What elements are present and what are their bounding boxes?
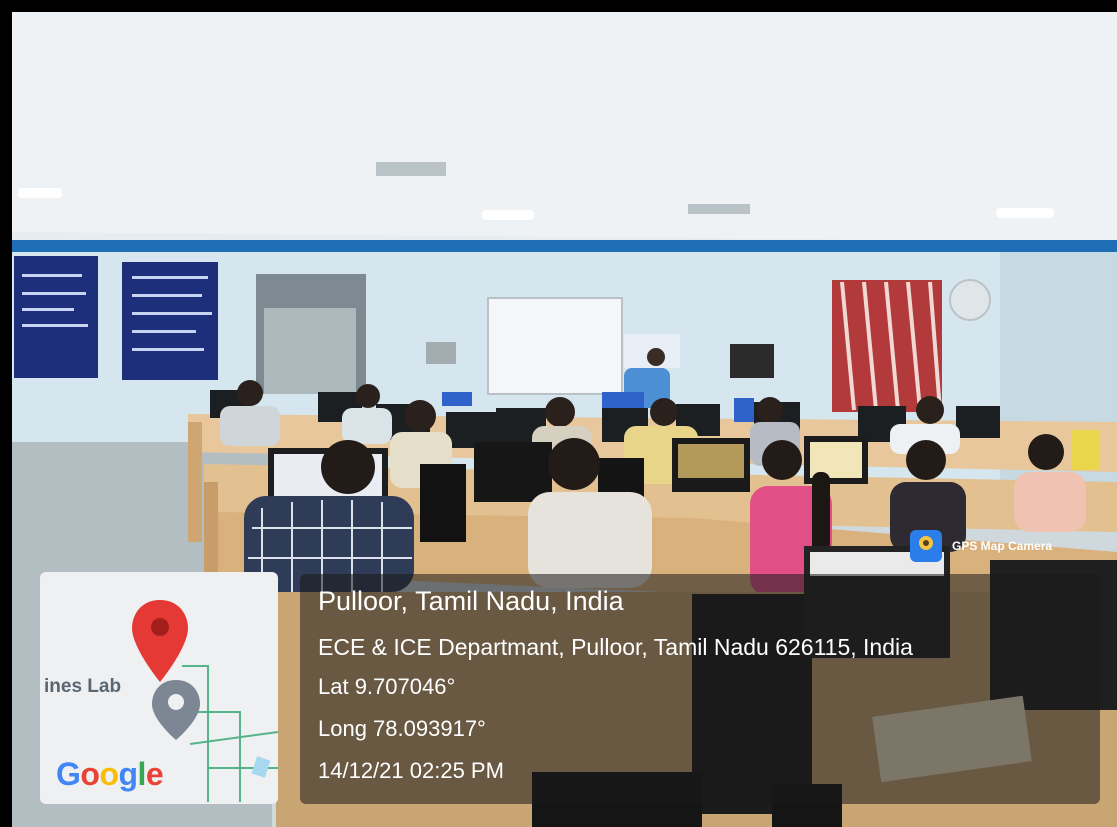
gray-place-pin-icon bbox=[152, 680, 200, 740]
image-frame: ines Lab Google GPS Map Camera Pulloor, … bbox=[0, 0, 1117, 827]
address-line: ECE & ICE Departmant, Pulloor, Tamil Nad… bbox=[318, 634, 913, 660]
gps-map-camera-badge: GPS Map Camera bbox=[910, 530, 1090, 564]
place-name: Pulloor, Tamil Nadu, India bbox=[318, 586, 624, 616]
map-thumbnail[interactable]: ines Lab Google bbox=[40, 572, 278, 804]
gps-map-camera-label: GPS Map Camera bbox=[952, 539, 1053, 553]
map-pin-icon bbox=[132, 600, 188, 682]
gps-map-camera-icon bbox=[910, 530, 942, 562]
google-logo: Google bbox=[56, 756, 164, 792]
map-place-label: ines Lab bbox=[44, 676, 122, 697]
lab-photo: ines Lab Google GPS Map Camera Pulloor, … bbox=[12, 12, 1117, 827]
longitude: Long 78.093917° bbox=[318, 716, 486, 741]
latitude: Lat 9.707046° bbox=[318, 674, 456, 699]
location-info-panel: Pulloor, Tamil Nadu, India ECE & ICE Dep… bbox=[300, 574, 1100, 804]
timestamp: 14/12/21 02:25 PM bbox=[318, 758, 504, 783]
